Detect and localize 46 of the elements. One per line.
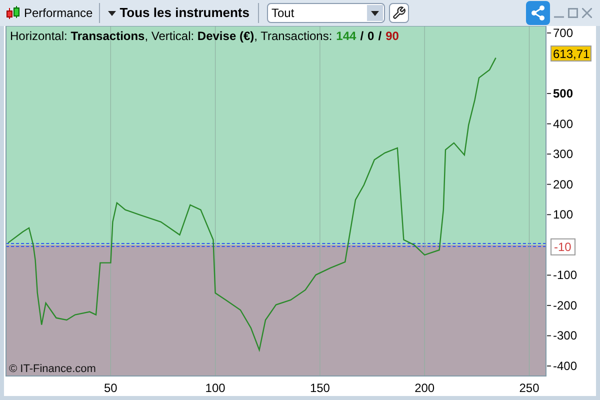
caret-icon xyxy=(108,10,116,16)
maximize-icon[interactable] xyxy=(568,8,578,18)
y-axis-label: 500 xyxy=(546,86,574,101)
transaction-count: 0 xyxy=(368,28,374,45)
y-axis-label: -300 xyxy=(546,328,578,343)
y-axis-label: -400 xyxy=(546,359,578,373)
y-tick-label: -100 xyxy=(553,268,578,282)
dropdown-caret-icon xyxy=(370,10,378,16)
share-button[interactable] xyxy=(526,1,550,25)
wrench-icon xyxy=(392,6,406,20)
x-axis-label: 50 xyxy=(104,381,118,395)
transaction-count: 144 xyxy=(336,28,356,45)
y-axis-label: -200 xyxy=(546,298,578,312)
chart-info-text: Horizontal: Transactions, Vertical: Devise (€), Transactions: xyxy=(10,28,332,45)
y-axis-label: 100 xyxy=(546,208,574,222)
transaction-count: 90 xyxy=(386,28,399,45)
close-icon[interactable] xyxy=(582,8,592,18)
count-separator: / xyxy=(378,28,382,45)
y-tick-label: 700 xyxy=(553,26,574,40)
y-tick-label: 100 xyxy=(553,208,574,222)
y-tick-label: -200 xyxy=(553,298,578,312)
performance-button[interactable]: Performance xyxy=(4,2,95,24)
y-tick-label: 300 xyxy=(553,147,574,162)
y-axis-label: 400 xyxy=(546,116,574,131)
zero-value-badge: -10 xyxy=(550,238,576,256)
filter-select[interactable]: Tout xyxy=(266,3,384,23)
count-separator: / xyxy=(360,28,364,45)
y-axis-label: 700 xyxy=(546,26,574,40)
y-axis-label: 300 xyxy=(546,147,574,162)
instruments-menu[interactable]: Tous les instruments xyxy=(104,2,254,24)
y-axis-label: -100 xyxy=(546,268,578,282)
settings-button[interactable] xyxy=(388,3,408,23)
x-axis-label: 150 xyxy=(310,381,330,395)
y-tick-label: -300 xyxy=(553,328,578,343)
y-axis-label: 200 xyxy=(546,177,574,192)
copyright-text: © IT-Finance.com xyxy=(9,363,96,375)
y-tick-label: 500 xyxy=(553,86,574,101)
y-tick-label: -400 xyxy=(553,359,578,374)
x-axis-label: 250 xyxy=(519,381,540,395)
y-tick-label: 400 xyxy=(553,116,574,131)
x-axis-label: 100 xyxy=(205,381,226,395)
share-icon xyxy=(530,5,546,21)
x-axis-label: 200 xyxy=(414,381,435,395)
last-value-badge: 613,71 xyxy=(550,46,592,62)
candlestick-icon xyxy=(6,6,20,20)
y-tick-label: 200 xyxy=(553,177,574,192)
